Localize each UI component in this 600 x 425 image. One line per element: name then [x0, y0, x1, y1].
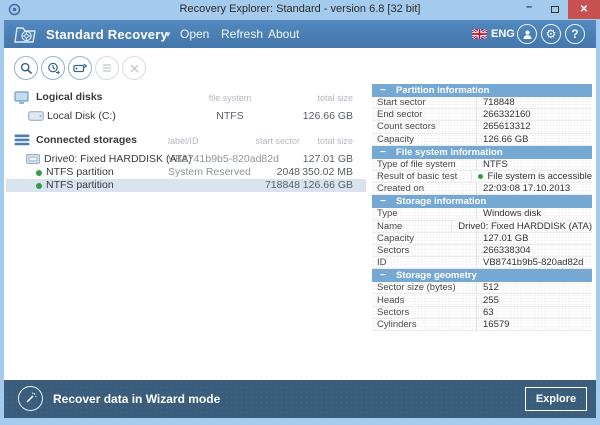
partition-name: NTFS partition — [46, 166, 114, 178]
disk-total-size: 126.66 GB — [302, 110, 353, 122]
main-content: › › › › — [4, 48, 596, 380]
section-title: Logical disks — [36, 91, 103, 103]
drive-icon — [28, 111, 44, 121]
chevron-down-icon[interactable]: ▼ — [164, 30, 172, 39]
section-header-storage-geometry[interactable]: − Storage geometry — [372, 269, 592, 283]
detail-row: Sector size (bytes) 512 — [372, 282, 592, 295]
window-title: Recovery Explorer: Standard - version 6.… — [179, 3, 421, 15]
user-icon — [522, 30, 532, 39]
detail-row: Sectors 266338304 — [372, 244, 592, 258]
partition-start-sector: 718848 — [264, 179, 300, 191]
detail-row: Capacity 127.01 GB — [372, 232, 592, 245]
menu-open[interactable]: Open — [180, 27, 209, 41]
scan-search-icon[interactable] — [14, 56, 38, 80]
disk-file-system: NTFS — [216, 110, 244, 122]
partition-total-size: 126.66 GB — [302, 179, 353, 191]
storage-total-size: 127.01 GB — [302, 153, 353, 165]
app-logo-icon — [12, 22, 39, 46]
recent-scan-icon[interactable] — [41, 56, 65, 80]
fs-accessible-text: File system is accessible — [487, 171, 592, 183]
list-item-partition-2-selected[interactable]: NTFS partition 718848 126.66 GB — [6, 179, 366, 192]
wizard-mode-label: Recover data in Wizard mode — [53, 391, 221, 406]
logical-disks-header: Logical disks file system total size — [6, 90, 366, 106]
list-item-partition-1[interactable]: NTFS partition System Reserved 2048 350.… — [6, 166, 366, 179]
close-button[interactable]: ✕ — [568, 0, 600, 19]
menu-about[interactable]: About — [268, 27, 299, 41]
disk-image-icon[interactable] — [68, 56, 92, 80]
section-title: Storage information — [396, 196, 487, 208]
close-task-icon[interactable] — [122, 56, 146, 80]
user-account-button[interactable] — [517, 24, 537, 44]
detail-row: End sector 266332160 — [372, 109, 592, 122]
language-selector[interactable]: ENG — [472, 28, 515, 40]
detail-row: Sectors 63 — [372, 306, 592, 319]
detail-row: Type Windows disk — [372, 208, 592, 221]
status-dot-icon — [478, 174, 484, 180]
column-header-file-system: file system — [208, 93, 252, 103]
storage-label-id: VB8741b9b5-820ad82d — [168, 153, 279, 165]
collapse-icon[interactable]: − — [380, 196, 386, 207]
detail-row: Capacity 126.66 GB — [372, 133, 592, 146]
wizard-mode-button[interactable]: Recover data in Wizard mode — [18, 386, 220, 411]
footer-bar: Recover data in Wizard mode Explore — [4, 380, 596, 418]
partition-start-sector: 2048 — [276, 166, 300, 178]
titlebar: Recovery Explorer: Standard - version 6.… — [0, 0, 600, 20]
section-header-partition-information[interactable]: − Partition information — [372, 84, 592, 97]
detail-row: Type of file system NTFS — [372, 158, 592, 171]
partition-label-id: System Reserved — [168, 166, 251, 178]
harddisk-icon — [26, 154, 40, 164]
detail-row: ID VB8741b9b5-820ad82d — [372, 257, 592, 270]
section-header-file-system-information[interactable]: − File system information — [372, 145, 592, 159]
stacked-disks-icon — [14, 134, 30, 146]
help-icon: ? — [571, 27, 579, 41]
detail-row: Result of basic test File system is acce… — [372, 170, 592, 184]
settings-button[interactable]: ⚙ — [541, 24, 561, 44]
collapse-icon[interactable]: − — [380, 85, 386, 96]
section-title: Partition information — [396, 85, 490, 96]
language-label: ENG — [491, 28, 515, 40]
status-dot-icon — [36, 183, 42, 189]
list-item-drive0[interactable]: Drive0: Fixed HARDDISK (ATA) VB8741b9b5-… — [6, 152, 366, 166]
collapse-icon[interactable]: − — [380, 270, 386, 281]
collapse-icon[interactable]: − — [380, 147, 386, 158]
section-title: Connected storages — [36, 134, 137, 146]
partition-total-size: 350.02 MB — [302, 166, 353, 178]
detail-row: Name Drive0: Fixed HARDDISK (ATA) — [372, 220, 592, 233]
column-header-total-size: total size — [317, 136, 353, 146]
maximize-button[interactable] — [542, 0, 568, 19]
partition-name: NTFS partition — [46, 179, 114, 191]
connected-storages-header: Connected storages label/ID start sector… — [6, 133, 366, 149]
detail-row: Start sector 718848 — [372, 97, 592, 110]
detail-row: Heads 255 — [372, 294, 592, 307]
column-header-label-id: label/ID — [168, 136, 199, 146]
section-header-storage-information[interactable]: − Storage information — [372, 195, 592, 209]
detail-row: Count sectors 265613312 — [372, 121, 592, 134]
column-header-start-sector: start sector — [255, 136, 300, 146]
detail-row: Cylinders 16579 — [372, 318, 592, 331]
details-panel: − Partition information Start sector 718… — [372, 84, 592, 331]
monitor-icon — [14, 91, 29, 104]
app-name: Standard Recovery — [46, 27, 168, 42]
menu-refresh[interactable]: Refresh — [221, 27, 263, 41]
minimize-button[interactable]: – — [516, 0, 542, 19]
magic-wand-icon — [18, 386, 43, 411]
help-button[interactable]: ? — [565, 24, 585, 44]
section-title: File system information — [396, 146, 503, 158]
list-item-local-disk[interactable]: Local Disk (C:) NTFS 126.66 GB — [6, 109, 366, 124]
column-header-total-size: total size — [317, 93, 353, 103]
explore-button[interactable]: Explore — [525, 387, 587, 411]
section-title: Storage geometry — [396, 270, 477, 282]
uk-flag-icon — [472, 29, 487, 39]
disk-name: Local Disk (C:) — [47, 110, 116, 122]
gear-icon: ⚙ — [545, 27, 557, 41]
app-header: Standard Recovery ▼ Open Refresh About E… — [4, 20, 596, 48]
task-list-icon[interactable] — [95, 56, 119, 80]
status-dot-icon — [36, 170, 42, 176]
detail-row: Created on 22:03:08 17.10.2013 — [372, 183, 592, 196]
